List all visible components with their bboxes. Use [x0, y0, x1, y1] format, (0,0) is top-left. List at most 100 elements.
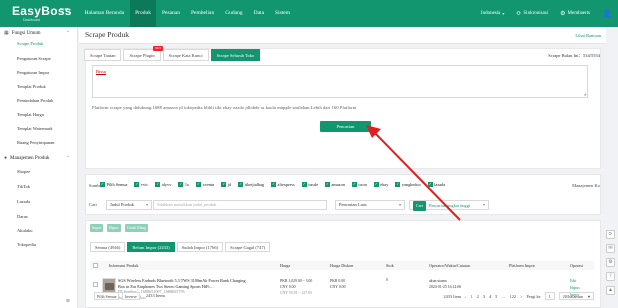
tab-sudah-impor[interactable]: Sudah Impor (1766) [176, 242, 224, 252]
sidebar-item-daraz[interactable]: Daraz [17, 214, 28, 219]
page-number-input[interactable]: 1 [544, 292, 555, 300]
per-page-select[interactable]: 20/halaman ▾ [558, 292, 594, 300]
tab-scrape-gagal[interactable]: Scrape Gagal (747) [225, 242, 271, 252]
sidebar-item-scrape-produk[interactable]: Scrape Produk [17, 41, 43, 46]
user-avatar-icon[interactable]: 👤 [602, 9, 612, 18]
check-icon: ✓ [221, 182, 227, 187]
checkbox-source[interactable]: ✓ alyvv [155, 182, 171, 187]
tab-scrape-kata-kunci[interactable]: Scrape Kata Kunci [162, 49, 209, 61]
sidebar-item-templat-harga[interactable]: Templat Harga [17, 112, 44, 117]
help-icon[interactable]: ? [606, 272, 615, 281]
settings-icon[interactable]: ⚙ [606, 258, 615, 267]
manage-column-label[interactable]: Manajemen Ko [572, 183, 600, 188]
page-1[interactable]: 1 [470, 294, 472, 299]
sidebar: ▦ Fungsi Umum ⌃ Scrape Produk Pengaturan S… [0, 27, 78, 308]
source-checkboxes: ✓ Pilih Semua ✓ vvic ✓ alyvv ✓ 1x ✓ xvenin ✓ j… [100, 182, 452, 187]
hamburger-icon[interactable]: ≡ [66, 297, 70, 305]
store-url-textarea[interactable]: Bissu ◢ [92, 65, 588, 98]
tab-semua[interactable]: Semua (4946) [90, 242, 126, 252]
chevron-down-icon: ▾ [398, 202, 401, 207]
page-3[interactable]: 3 [483, 294, 485, 299]
cari-button[interactable]: Cari [413, 201, 426, 211]
page-last[interactable]: 122 [510, 294, 516, 299]
discount-value-cny: CNY 0.00 [330, 285, 346, 289]
sidebar-item-ruang-penyimpanan[interactable]: Ruang Penyimpanan [17, 140, 54, 145]
nav-beranda[interactable]: Halaman Beranda [79, 0, 130, 27]
nav-produk[interactable]: Produk [129, 0, 157, 27]
prev-icon[interactable]: ‹ [465, 294, 466, 299]
keyword-input[interactable]: Silahkan masukkan judul produk [153, 200, 327, 210]
tab-scrape-plugin[interactable]: Scrape Plugin HOT [123, 46, 163, 61]
checkbox-source[interactable]: ✓ yangkeduo [395, 182, 421, 187]
sidebar-group-fungsi-umum[interactable]: ▦ Fungsi Umum ⌃ [0, 28, 78, 38]
invert-button[interactable]: Inverse [122, 292, 140, 300]
member-button[interactable]: ⚙ Membaerts [560, 10, 590, 17]
nav-gudang[interactable]: Gudang [220, 0, 248, 27]
select-all-checkbox[interactable] [93, 263, 98, 268]
page-4[interactable]: 4 [489, 294, 491, 299]
sidebar-item-tiktok[interactable]: TikTok [17, 184, 30, 189]
th-harga-diskon[interactable]: Harga Diskon [330, 263, 353, 268]
delete-button[interactable]: Hapus [107, 224, 121, 232]
pagination: 2433 Item ‹ 1 2 3 4 5 … 122 > Pergi ke 1… [443, 292, 598, 300]
checkbox-source[interactable]: ✓ vvic [134, 182, 148, 187]
chevron-up-icon: ⌃ [66, 30, 70, 35]
delete-link[interactable]: Hapus [570, 285, 580, 292]
match-type-select[interactable]: Pencarian Luas ▾ [335, 200, 405, 210]
sidebar-group-manajemen-produk[interactable]: ● Manajemen Produk ⌃ [0, 153, 78, 163]
nav-pesanan[interactable]: Pesanan [156, 0, 185, 27]
checkbox-source[interactable]: ✓ aliexpress [271, 182, 295, 187]
row-checkbox[interactable] [93, 282, 98, 287]
nav-data[interactable]: Data [248, 0, 269, 27]
edit-link[interactable]: Edit [570, 278, 580, 285]
nav-pembelian[interactable]: Pembelian [185, 0, 219, 27]
import-button[interactable]: Impor [90, 224, 104, 232]
resize-handle-icon[interactable]: ◢ [584, 92, 586, 96]
page-5[interactable]: 5 [495, 294, 497, 299]
page-2[interactable]: 2 [477, 294, 479, 299]
search-field-select[interactable]: Judul Produk ▾ [106, 200, 152, 210]
select-all-button[interactable]: Pilih Semua [94, 292, 120, 300]
checkbox-source[interactable]: ✓ xvenin [196, 182, 214, 187]
sidebar-item-templat-watermark[interactable]: Templat Watermark [17, 126, 53, 131]
sidebar-item-templat-produk[interactable]: Templat Produk [17, 84, 46, 89]
check-icon: ✓ [395, 182, 401, 187]
checkbox-source[interactable]: ✓ amazon [325, 182, 345, 187]
sidebar-item-shopee[interactable]: Shopee [17, 169, 30, 174]
page-ellipsis[interactable]: … [501, 294, 505, 299]
checkbox-source[interactable]: ✓ ozon [351, 182, 367, 187]
logo[interactable]: EasyBoss com [12, 4, 72, 18]
checkbox-source[interactable]: ✓ oasde [301, 182, 318, 187]
sidebar-item-tokopedia[interactable]: Tokopedia [17, 242, 36, 247]
refresh-icon[interactable]: ⟳ [606, 230, 615, 239]
checkbox-source[interactable]: ✓ jd [221, 182, 231, 187]
checkbox-pilih-semua[interactable]: ✓ Pilih Semua [100, 182, 127, 187]
help-link[interactable]: Lihat Bantuan [575, 33, 601, 38]
reprint-button[interactable]: Cetak Ulang [125, 224, 149, 232]
search-button[interactable]: Pencarian [320, 121, 371, 132]
th-harga[interactable]: Harga [280, 263, 290, 268]
language-select[interactable]: Indonesia ▾ [481, 11, 504, 16]
sync-button[interactable]: ⟳ Sinkronisasi [516, 10, 548, 17]
product-title-text[interactable]: SGS Wireless Earbuds Bluetooth 5.3 TWS 3… [118, 278, 246, 289]
nav-sistem[interactable]: Sistem [270, 0, 296, 27]
sidebar-item-pemindahan-produk[interactable]: Pemindahan Produk [17, 98, 53, 103]
chevron-down-icon: ▾ [145, 202, 148, 207]
sidebar-item-pengaturan-scrape[interactable]: Pengaturan Scrape [17, 56, 51, 61]
checkbox-source[interactable]: ✓ ebay [373, 182, 388, 187]
checkbox-source[interactable]: ✓ 1x [178, 182, 189, 187]
tab-scrape-seluruh-toko[interactable]: Scrape Seluruh Toko [210, 49, 261, 61]
tab-belum-impor[interactable]: Belum Impor (2433) [127, 242, 175, 252]
checkbox-source[interactable]: ✓ tiketjialbag [238, 182, 264, 187]
sidebar-item-pengaturan-impor[interactable]: Pengaturan Impor [17, 70, 49, 75]
sidebar-item-akulaku[interactable]: Akulaku [17, 228, 33, 233]
feedback-icon[interactable]: ✉ [606, 244, 615, 253]
sidebar-item-lazada[interactable]: Lazada [17, 199, 30, 204]
th-stok[interactable]: Stok [386, 263, 394, 268]
operator-time: 2024-01-25 16:12:06 [429, 285, 462, 289]
scroll-top-icon[interactable]: ▲ [606, 286, 615, 295]
next-icon[interactable]: > [520, 294, 522, 299]
tab-scrape-tautan[interactable]: Scrape Tautan [84, 49, 122, 61]
advanced-search-link[interactable]: Pencarian tingkat tinggi [429, 203, 470, 208]
checkbox-source[interactable]: ✓ lazada [427, 182, 445, 187]
